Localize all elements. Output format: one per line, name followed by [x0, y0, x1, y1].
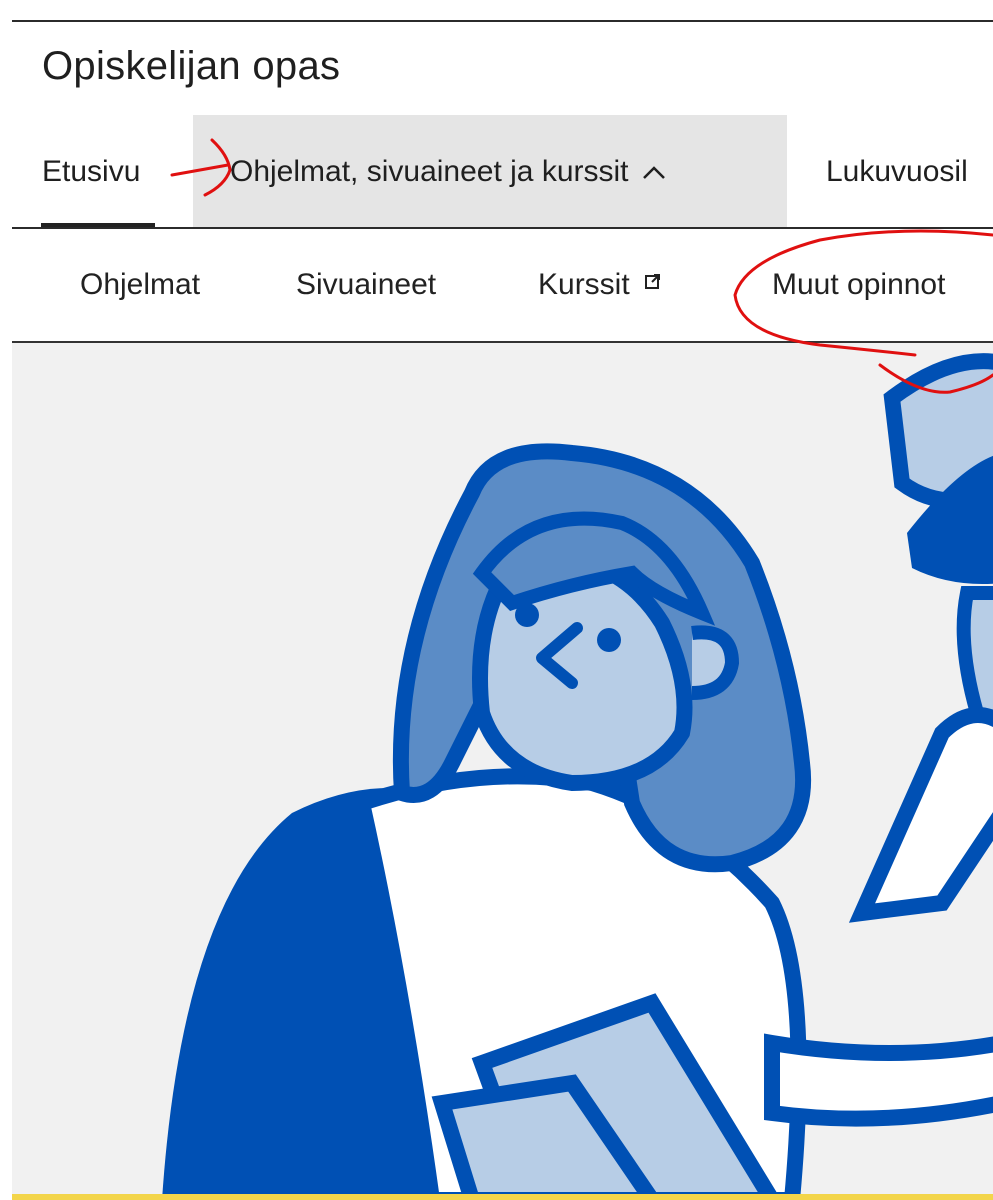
site-title[interactable]: Opiskelijan opas [42, 44, 340, 89]
sub-nav-item-other-studies[interactable]: Muut opinnot [772, 229, 945, 341]
eye-right-illustration [597, 628, 621, 652]
external-link-icon [644, 274, 660, 289]
sub-nav-item-minors-label: Sivuaineet [296, 268, 437, 301]
sub-nav-item-programs-label: Ohjelmat [80, 268, 201, 301]
nav-item-programs-label: Ohjelmat, sivuaineet ja kurssit [230, 154, 629, 188]
bottom-accent-bar [12, 1194, 993, 1200]
sub-nav-item-courses-label: Kurssit [538, 268, 630, 301]
hero-illustration [12, 343, 993, 1200]
sub-nav-item-programs[interactable]: Ohjelmat [80, 229, 200, 341]
sub-nav-item-other-studies-label: Muut opinnot [772, 268, 946, 301]
student-illustration [162, 353, 993, 1200]
nav-item-home[interactable]: Etusivu [42, 115, 140, 228]
nav-item-home-label: Etusivu [42, 154, 141, 188]
graduation-hat-illustration [883, 353, 993, 727]
primary-nav: Etusivu Ohjelmat, sivuaineet ja kurssit … [0, 115, 993, 228]
eye-left-illustration [515, 603, 539, 627]
arm-illustration [764, 1033, 993, 1127]
sub-nav-item-minors[interactable]: Sivuaineet [296, 229, 436, 341]
nav-item-academic-year-label: Lukuvuosil [826, 154, 968, 188]
page: Opiskelijan opas Etusivu Ohjelmat, sivua… [0, 0, 993, 1200]
nav-item-academic-year[interactable]: Lukuvuosil [826, 115, 968, 228]
chevron-up-icon [642, 165, 665, 179]
top-divider [12, 20, 993, 22]
raised-arm-illustration [848, 707, 993, 923]
sub-nav: Ohjelmat Sivuaineet Kurssit Muut opinnot [0, 229, 993, 341]
nav-item-programs[interactable]: Ohjelmat, sivuaineet ja kurssit [193, 115, 787, 228]
sub-nav-item-courses[interactable]: Kurssit [538, 229, 662, 341]
